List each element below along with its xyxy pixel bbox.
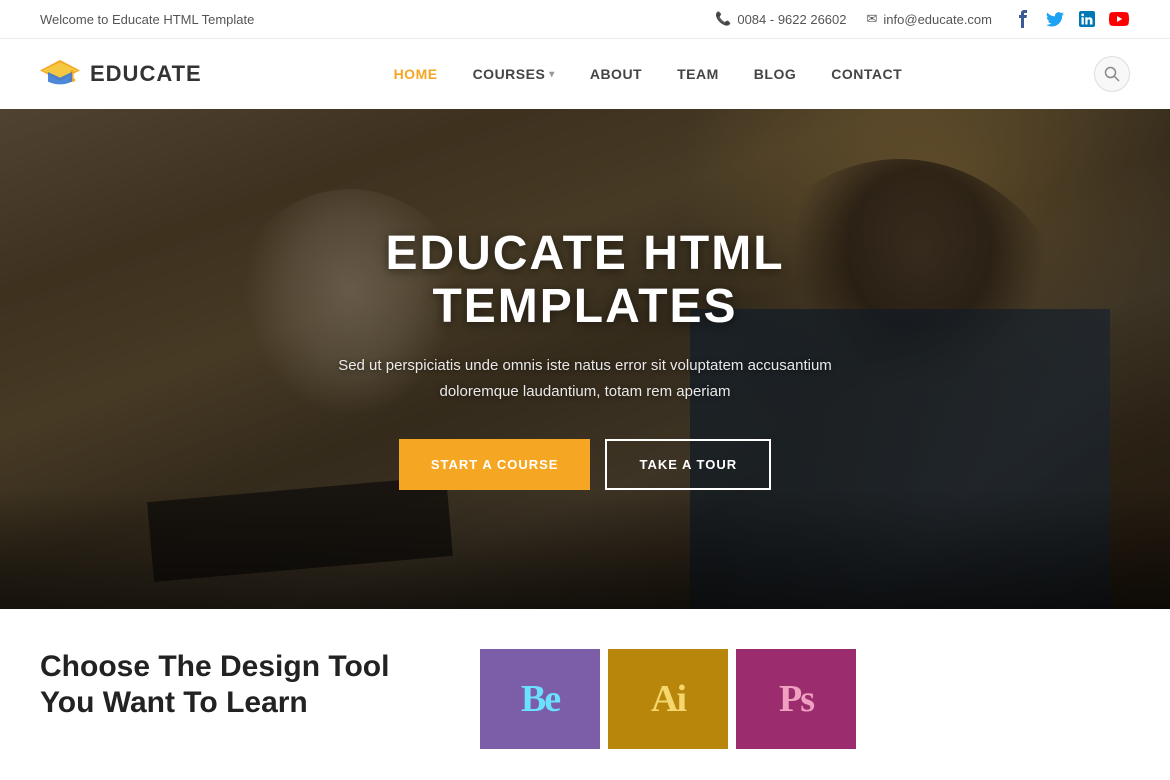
twitter-icon[interactable]: [1044, 8, 1066, 30]
hero-content: EDUCATE HTML TEMPLATES Sed ut perspiciat…: [210, 228, 960, 491]
hero-section: EDUCATE HTML TEMPLATES Sed ut perspiciat…: [0, 109, 1170, 609]
top-bar: Welcome to Educate HTML Template 📞 0084 …: [0, 0, 1170, 39]
hero-title: EDUCATE HTML TEMPLATES: [230, 228, 940, 334]
nav-about[interactable]: ABOUT: [590, 66, 642, 82]
top-bar-right: 📞 0084 - 9622 26602 ✉ info@educate.com: [715, 8, 1130, 30]
logo[interactable]: EDUCATE: [40, 54, 202, 94]
email-address: info@educate.com: [883, 12, 992, 27]
phone-number: 0084 - 9622 26602: [737, 12, 846, 27]
design-tool-behance[interactable]: Be: [480, 649, 600, 749]
design-tool-illustrator[interactable]: Ai: [608, 649, 728, 749]
search-icon: [1104, 66, 1120, 82]
search-button[interactable]: [1094, 56, 1130, 92]
phone-icon: 📞: [715, 11, 731, 27]
bottom-section: Choose The Design Tool You Want To Learn…: [0, 609, 1170, 769]
nav-home[interactable]: HOME: [394, 66, 438, 82]
nav-contact[interactable]: CONTACT: [831, 66, 902, 82]
phone-contact: 📞 0084 - 9622 26602: [715, 11, 846, 27]
hero-subtitle: Sed ut perspiciatis unde omnis iste natu…: [230, 353, 940, 404]
header: EDUCATE HOME COURSES ▾ ABOUT TEAM BLOG C…: [0, 39, 1170, 109]
youtube-icon[interactable]: [1108, 8, 1130, 30]
nav-courses[interactable]: COURSES ▾: [473, 66, 555, 82]
bottom-left-content: Choose The Design Tool You Want To Learn: [40, 649, 420, 721]
courses-chevron-icon: ▾: [549, 69, 555, 80]
nav-blog[interactable]: BLOG: [754, 66, 796, 82]
take-tour-button[interactable]: TAKE A TOUR: [605, 439, 771, 490]
design-tools: Be Ai Ps: [480, 649, 856, 749]
linkedin-icon[interactable]: [1076, 8, 1098, 30]
nav-team[interactable]: TEAM: [677, 66, 719, 82]
design-tool-photoshop[interactable]: Ps: [736, 649, 856, 749]
start-course-button[interactable]: START A COURSE: [399, 439, 591, 490]
email-icon: ✉: [867, 11, 878, 27]
facebook-icon[interactable]: [1012, 8, 1034, 30]
hero-buttons: START A COURSE TAKE A TOUR: [230, 439, 940, 490]
bottom-gradient: [0, 489, 1170, 609]
bottom-title: Choose The Design Tool You Want To Learn: [40, 649, 420, 721]
social-icons: [1012, 8, 1130, 30]
behance-letter: Be: [521, 677, 559, 721]
email-contact: ✉ info@educate.com: [867, 11, 993, 27]
main-nav: HOME COURSES ▾ ABOUT TEAM BLOG CONTACT: [394, 66, 903, 82]
graduation-cap-icon: [40, 54, 80, 94]
logo-text: EDUCATE: [90, 61, 202, 87]
illustrator-letter: Ai: [651, 677, 685, 721]
welcome-text: Welcome to Educate HTML Template: [40, 12, 254, 27]
photoshop-letter: Ps: [779, 677, 813, 721]
